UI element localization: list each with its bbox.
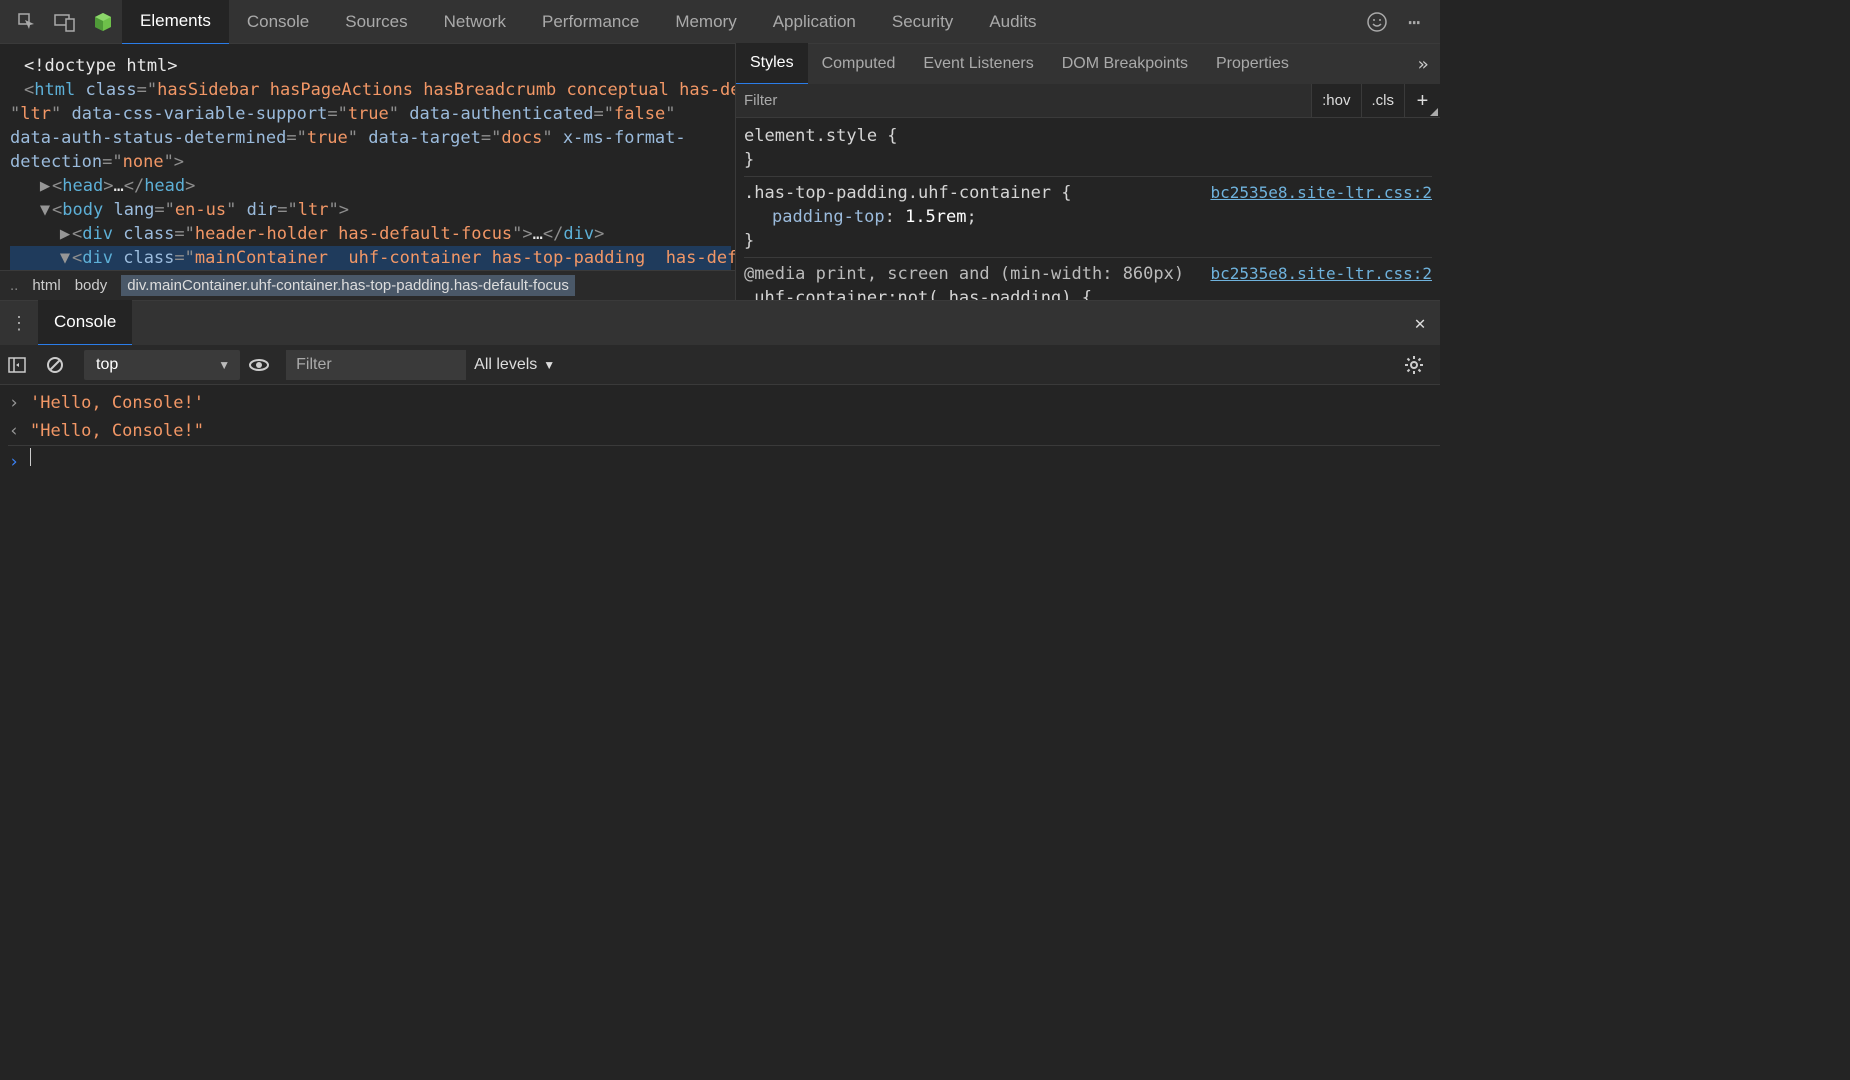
main-split: <!doctype html> <html class="hasSidebar …: [0, 44, 1440, 300]
inspect-icon[interactable]: [8, 0, 46, 44]
selected-element-row[interactable]: ▼<div class="mainContainer uhf-container…: [10, 246, 731, 270]
live-expression-icon[interactable]: [248, 356, 278, 374]
styles-tab-dombreakpoints[interactable]: DOM Breakpoints: [1048, 44, 1202, 84]
elements-tree[interactable]: <!doctype html> <html class="hasSidebar …: [0, 44, 735, 270]
log-levels-select[interactable]: All levels ▼: [474, 356, 555, 374]
console-output[interactable]: › 'Hello, Console!' ‹ "Hello, Console!" …: [0, 385, 1440, 812]
chevron-down-icon: ▼: [543, 358, 555, 372]
smiley-feedback-icon[interactable]: [1366, 11, 1398, 33]
console-input-line: › 'Hello, Console!': [8, 389, 1440, 417]
styles-tabbar: Styles Computed Event Listeners DOM Brea…: [736, 44, 1440, 84]
top-tabbar: Elements Console Sources Network Perform…: [0, 0, 1440, 44]
doctype-line: <!doctype html>: [24, 56, 178, 76]
html-class: hasSidebar hasPageActions hasBreadcrumb …: [157, 80, 735, 100]
device-toggle-icon[interactable]: [46, 0, 84, 44]
new-style-rule-button[interactable]: +: [1404, 84, 1440, 118]
styles-pane: Styles Computed Event Listeners DOM Brea…: [735, 44, 1440, 300]
html-tag: html: [34, 80, 75, 100]
drawer-header: ⋮ Console ✕: [0, 301, 1440, 345]
breadcrumb[interactable]: .. html body div.mainContainer.uhf-conta…: [0, 270, 735, 300]
breadcrumb-html[interactable]: html: [32, 277, 60, 294]
context-label: top: [96, 356, 118, 374]
cls-toggle[interactable]: .cls: [1361, 84, 1405, 118]
overflow-menu-icon[interactable]: ⋯: [1398, 10, 1430, 34]
drawer-menu-icon[interactable]: ⋮: [0, 313, 38, 334]
prompt-arrow-icon: ›: [8, 448, 20, 476]
levels-label: All levels: [474, 356, 537, 374]
tab-sources[interactable]: Sources: [327, 0, 425, 44]
tab-console[interactable]: Console: [229, 0, 327, 44]
expand-collapse-icon[interactable]: ▼: [38, 198, 52, 222]
console-sidebar-toggle-icon[interactable]: [8, 356, 38, 374]
drawer-console: ⋮ Console ✕ top ▼ All levels ▼: [0, 300, 1440, 812]
rule-selector[interactable]: .has-top-padding.uhf-container: [744, 183, 1051, 203]
console-filter-input[interactable]: [286, 350, 466, 380]
expand-collapse-icon[interactable]: ▼: [58, 246, 72, 270]
threed-cube-icon[interactable]: [84, 0, 122, 44]
console-input-text: 'Hello, Console!': [30, 389, 204, 417]
breadcrumb-leading: ..: [10, 277, 18, 294]
hov-toggle[interactable]: :hov: [1311, 84, 1360, 118]
devtools-root: Elements Console Sources Network Perform…: [0, 0, 1440, 812]
styles-tab-computed[interactable]: Computed: [808, 44, 910, 84]
return-arrow-icon: ‹: [8, 417, 20, 445]
drawer-close-icon[interactable]: ✕: [1400, 313, 1440, 334]
tab-application[interactable]: Application: [755, 0, 874, 44]
chevron-down-icon: ▼: [218, 358, 230, 372]
styles-tab-properties[interactable]: Properties: [1202, 44, 1303, 84]
console-settings-icon[interactable]: [1404, 355, 1440, 375]
styles-toolbar: :hov .cls +: [736, 84, 1440, 118]
tab-elements[interactable]: Elements: [122, 0, 229, 45]
rule-source-link[interactable]: bc2535e8.site-ltr.css:2: [1210, 262, 1432, 286]
html-dir: ltr: [20, 104, 51, 124]
prop-value[interactable]: 1.5rem: [905, 207, 966, 227]
console-return-line: ‹ "Hello, Console!": [8, 417, 1440, 445]
caret-icon: [30, 448, 31, 466]
execution-context-select[interactable]: top ▼: [84, 350, 240, 380]
rule-selector[interactable]: element.style: [744, 126, 877, 146]
tab-security[interactable]: Security: [874, 0, 971, 44]
drawer-tab-console[interactable]: Console: [38, 300, 132, 346]
styles-rules[interactable]: element.style { } bc2535e8.site-ltr.css:…: [736, 118, 1440, 300]
styles-tab-styles[interactable]: Styles: [736, 43, 808, 85]
clear-console-icon[interactable]: [46, 356, 76, 374]
styles-tab-eventlisteners[interactable]: Event Listeners: [909, 44, 1047, 84]
breadcrumb-selected[interactable]: div.mainContainer.uhf-container.has-top-…: [121, 275, 575, 296]
breadcrumb-body[interactable]: body: [75, 277, 108, 294]
input-arrow-icon: ›: [8, 389, 20, 417]
elements-pane: <!doctype html> <html class="hasSidebar …: [0, 44, 735, 300]
console-toolbar: top ▼ All levels ▼: [0, 345, 1440, 385]
styles-more-icon[interactable]: »: [1406, 54, 1440, 75]
rule-source-link[interactable]: bc2535e8.site-ltr.css:2: [1210, 181, 1432, 205]
tab-performance[interactable]: Performance: [524, 0, 657, 44]
tab-memory[interactable]: Memory: [657, 0, 754, 44]
console-prompt-line[interactable]: ›: [8, 445, 1440, 476]
tab-audits[interactable]: Audits: [971, 0, 1054, 44]
tab-network[interactable]: Network: [426, 0, 524, 44]
console-output-text: "Hello, Console!": [30, 417, 204, 445]
styles-filter-input[interactable]: [736, 84, 1311, 117]
prop-name[interactable]: padding-top: [772, 207, 885, 227]
expand-collapse-icon[interactable]: ▶: [58, 222, 72, 246]
expand-collapse-icon[interactable]: ▶: [38, 174, 52, 198]
rule-selector[interactable]: .uhf-container:not(.has-padding): [744, 288, 1072, 300]
